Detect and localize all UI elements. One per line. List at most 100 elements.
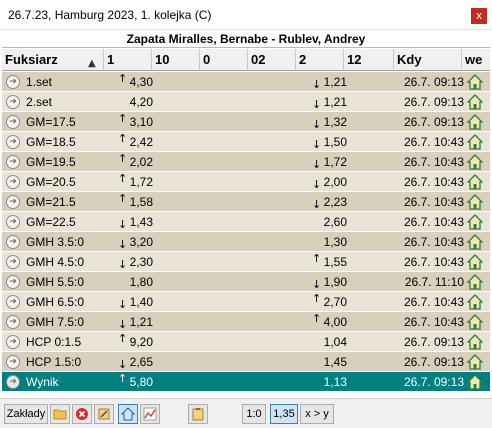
home-icon[interactable] bbox=[467, 274, 483, 290]
odd-1: 5,80 bbox=[129, 375, 153, 389]
table-row[interactable]: ➜ 1.set ↑ 4,30 ↓ 1,21 26.7. 09:13 bbox=[2, 72, 490, 92]
home-icon[interactable] bbox=[467, 214, 483, 230]
arrow-right-circle-icon[interactable]: ➜ bbox=[6, 295, 20, 309]
col-header-name[interactable]: Fuksiarz ▲ bbox=[2, 49, 104, 71]
col-header-1[interactable]: 1 bbox=[104, 49, 152, 71]
col-header-2[interactable]: 2 bbox=[296, 49, 344, 71]
home-icon[interactable] bbox=[467, 154, 483, 170]
row-name: HCP 1.5:0 bbox=[26, 355, 82, 369]
arrow-right-circle-icon[interactable]: ➜ bbox=[6, 95, 20, 109]
arrow-right-circle-icon[interactable]: ➜ bbox=[6, 375, 20, 389]
odd-2: 1,72 bbox=[323, 155, 347, 169]
home-icon[interactable] bbox=[467, 74, 483, 90]
table-row-selected[interactable]: ➜ Wynik ↑ 5,80 1,13 26.7. 09:13 bbox=[2, 372, 490, 392]
home-icon[interactable] bbox=[467, 254, 483, 270]
home-icon[interactable] bbox=[467, 174, 483, 190]
row-name: HCP 0:1.5 bbox=[26, 335, 82, 349]
close-button[interactable]: x bbox=[471, 8, 487, 24]
arrow-right-circle-icon[interactable]: ➜ bbox=[6, 75, 20, 89]
row-name: GM=22.5 bbox=[26, 215, 76, 229]
odd-1: 1,80 bbox=[129, 275, 153, 289]
odd-1: 1,58 bbox=[129, 195, 153, 209]
table-row[interactable]: ➜ GMH 7.5:0 ↓ 1,21 ↑ 4,00 26.7. 10:43 bbox=[2, 312, 490, 332]
row-name: GM=18.5 bbox=[26, 135, 76, 149]
table-row[interactable]: ➜ GM=18.5 ↑ 2,42 ↓ 1,50 26.7. 10:43 bbox=[2, 132, 490, 152]
row-time: 26.7. 10:43 bbox=[403, 295, 464, 309]
row-time: 26.7. 10:43 bbox=[403, 215, 464, 229]
home-icon[interactable] bbox=[467, 334, 483, 350]
odd-2: 2,70 bbox=[323, 295, 347, 309]
row-time: 26.7. 11:10 bbox=[404, 275, 464, 289]
arrow-right-circle-icon[interactable]: ➜ bbox=[6, 335, 20, 349]
odd-2: 2,23 bbox=[323, 195, 347, 209]
home-icon[interactable] bbox=[467, 94, 483, 110]
table-row[interactable]: ➜ GMH 5.5:0 1,80 ↓ 1,90 26.7. 11:10 bbox=[2, 272, 490, 292]
table-row[interactable]: ➜ GMH 3.5:0 ↓ 3,20 1,30 26.7. 10:43 bbox=[2, 232, 490, 252]
table-row[interactable]: ➜ GM=17.5 ↑ 3,10 ↓ 1,32 26.7. 09:13 bbox=[2, 112, 490, 132]
col-header-0[interactable]: 0 bbox=[200, 49, 248, 71]
odd-1: 3,20 bbox=[129, 235, 153, 249]
table-row[interactable]: ➜ GM=22.5 ↓ 1,43 2,60 26.7. 10:43 bbox=[2, 212, 490, 232]
arrow-right-circle-icon[interactable]: ➜ bbox=[6, 175, 20, 189]
row-name: GM=17.5 bbox=[26, 115, 76, 129]
col-header-02[interactable]: 02 bbox=[248, 49, 296, 71]
ratio-toggle-button[interactable]: 1:0 bbox=[242, 404, 266, 424]
odd-2: 2,00 bbox=[323, 175, 347, 189]
table-row[interactable]: ➜ HCP 1.5:0 ↓ 2,65 1,45 26.7. 09:13 bbox=[2, 352, 490, 372]
table-row[interactable]: ➜ GMH 6.5:0 ↓ 1,40 ↑ 2,70 26.7. 10:43 bbox=[2, 292, 490, 312]
row-time: 26.7. 10:43 bbox=[403, 155, 464, 169]
arrow-right-circle-icon[interactable]: ➜ bbox=[6, 215, 20, 229]
table-row[interactable]: ➜ 2.set 4,20 ↓ 1,21 26.7. 09:13 bbox=[2, 92, 490, 112]
home-icon[interactable] bbox=[467, 194, 483, 210]
zaklady-button[interactable]: Zakłady bbox=[4, 404, 48, 424]
arrow-right-circle-icon[interactable]: ➜ bbox=[6, 235, 20, 249]
folder-icon[interactable] bbox=[50, 404, 70, 424]
chart-icon[interactable] bbox=[140, 404, 160, 424]
row-time: 26.7. 10:43 bbox=[403, 315, 464, 329]
odd-2: 1,30 bbox=[323, 235, 347, 249]
col-header-we[interactable]: we bbox=[462, 49, 490, 71]
arrow-right-circle-icon[interactable]: ➜ bbox=[6, 135, 20, 149]
odd-2: 1,04 bbox=[323, 335, 347, 349]
odd-2: 1,55 bbox=[323, 255, 347, 269]
odd-1: 2,65 bbox=[129, 355, 153, 369]
odds-format-button[interactable]: 1,35 bbox=[270, 404, 298, 424]
arrow-right-circle-icon[interactable]: ➜ bbox=[6, 315, 20, 329]
home-icon[interactable] bbox=[467, 134, 483, 150]
home-icon[interactable] bbox=[467, 374, 483, 390]
row-time: 26.7. 10:43 bbox=[403, 135, 464, 149]
table-row[interactable]: ➜ GM=21.5 ↑ 1,58 ↓ 2,23 26.7. 10:43 bbox=[2, 192, 490, 212]
col-header-kdy[interactable]: Kdy bbox=[394, 49, 462, 71]
odd-1: 2,42 bbox=[129, 135, 153, 149]
home-icon[interactable] bbox=[467, 114, 483, 130]
odd-1: 9,20 bbox=[129, 335, 153, 349]
table-row[interactable]: ➜ HCP 0:1.5 ↑ 9,20 1,04 26.7. 09:13 bbox=[2, 332, 490, 352]
arrow-right-circle-icon[interactable]: ➜ bbox=[6, 255, 20, 269]
arrow-right-circle-icon[interactable]: ➜ bbox=[6, 115, 20, 129]
edit-note-icon[interactable] bbox=[94, 404, 114, 424]
arrow-right-circle-icon[interactable]: ➜ bbox=[6, 275, 20, 289]
home-icon[interactable] bbox=[467, 234, 483, 250]
odd-1: 1,40 bbox=[129, 295, 153, 309]
row-name: 1.set bbox=[26, 75, 53, 89]
home-icon[interactable] bbox=[467, 354, 483, 370]
table-row[interactable]: ➜ GM=19.5 ↑ 2,02 ↓ 1,72 26.7. 10:43 bbox=[2, 152, 490, 172]
odd-2: 1,90 bbox=[323, 275, 347, 289]
home-icon[interactable] bbox=[467, 294, 483, 310]
arrow-right-circle-icon[interactable]: ➜ bbox=[6, 355, 20, 369]
table-row[interactable]: ➜ GMH 4.5:0 ↓ 2,30 ↑ 1,55 26.7. 10:43 bbox=[2, 252, 490, 272]
match-title: Zapata Miralles, Bernabe - Rublev, Andre… bbox=[2, 31, 490, 48]
home-filter-icon[interactable] bbox=[118, 404, 138, 424]
odd-2: 2,60 bbox=[323, 215, 347, 229]
row-name: Wynik bbox=[26, 375, 59, 389]
clipboard-icon[interactable] bbox=[188, 404, 208, 424]
col-header-10[interactable]: 10 bbox=[152, 49, 200, 71]
odd-1: 1,43 bbox=[129, 215, 153, 229]
delete-icon[interactable] bbox=[72, 404, 92, 424]
arrow-right-circle-icon[interactable]: ➜ bbox=[6, 195, 20, 209]
col-header-12[interactable]: 12 bbox=[344, 49, 394, 71]
arrow-right-circle-icon[interactable]: ➜ bbox=[6, 155, 20, 169]
table-row[interactable]: ➜ GM=20.5 ↑ 1,72 ↓ 2,00 26.7. 10:43 bbox=[2, 172, 490, 192]
compare-button[interactable]: x > y bbox=[300, 404, 334, 424]
home-icon[interactable] bbox=[467, 314, 483, 330]
